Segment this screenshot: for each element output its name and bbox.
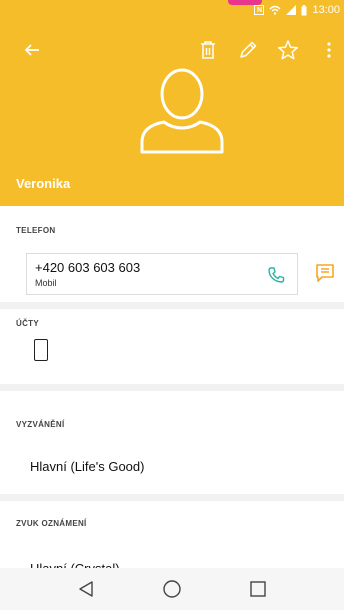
wifi-icon <box>269 5 281 15</box>
phone-entry[interactable]: +420 603 603 603 Mobil <box>26 253 298 295</box>
phone-device-icon <box>34 339 48 361</box>
delete-icon[interactable] <box>196 38 220 62</box>
phone-number: +420 603 603 603 <box>35 260 141 275</box>
ringtone-value[interactable]: Hlavní (Life's Good) <box>30 459 144 474</box>
battery-icon <box>301 4 307 15</box>
favorite-star-icon[interactable] <box>276 38 300 62</box>
contact-header: N 13:00 Veronika <box>0 0 344 206</box>
call-icon[interactable] <box>267 266 285 284</box>
recents-nav-icon[interactable] <box>245 576 271 602</box>
section-divider <box>0 302 344 309</box>
accounts-section-label: ÚČTY <box>16 319 39 328</box>
more-vert-icon[interactable] <box>322 38 336 62</box>
ringtone-section-label: VYZVÁNĚNÍ <box>16 420 65 429</box>
nfc-icon: N <box>254 5 265 15</box>
back-arrow-icon[interactable] <box>20 38 44 62</box>
signal-icon <box>286 5 297 15</box>
section-divider <box>0 494 344 501</box>
message-icon[interactable] <box>314 262 336 284</box>
contact-name: Veronika <box>16 176 71 191</box>
home-nav-icon[interactable] <box>159 576 185 602</box>
edit-icon[interactable] <box>236 38 260 62</box>
contact-detail-screen: N 13:00 Veronika TELEFON +420 603 603 60… <box>0 0 344 610</box>
back-nav-icon[interactable] <box>73 576 99 602</box>
navigation-bar <box>0 568 344 610</box>
notification-sound-section-label: ZVUK OZNÁMENÍ <box>16 519 87 528</box>
status-bar: N 13:00 <box>254 0 344 20</box>
avatar-placeholder-icon <box>140 68 224 154</box>
phone-type: Mobil <box>35 278 57 288</box>
phone-section-label: TELEFON <box>16 226 56 235</box>
status-time: 13:00 <box>312 4 340 16</box>
section-divider <box>0 384 344 391</box>
